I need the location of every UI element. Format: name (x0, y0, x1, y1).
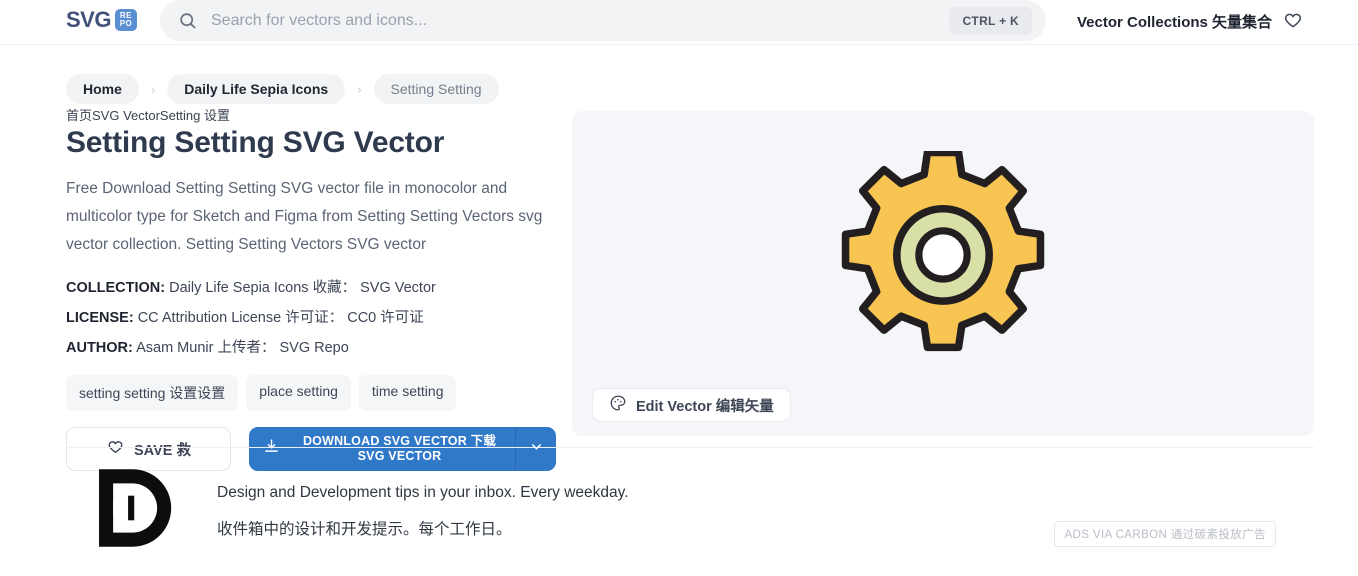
search-icon (178, 11, 197, 30)
breadcrumb-item-collection[interactable]: Daily Life Sepia Icons (167, 74, 346, 104)
metadata-row-license: LICENSE: CC Attribution License 许可证： CC0… (66, 303, 561, 333)
metadata-value-license: CC Attribution License 许可证： CC0 许可证 (137, 310, 424, 326)
breadcrumb-separator: › (357, 81, 362, 97)
search-shortcut-badge: CTRL + K (949, 6, 1032, 35)
carbon-ad-badge[interactable]: ADS VIA CARBON 通过碳素投放广告 (1054, 521, 1276, 547)
breadcrumb-item-current[interactable]: Setting Setting (373, 74, 499, 104)
breadcrumb-separator: › (150, 81, 156, 97)
breadcrumb-item-home[interactable]: Home (66, 74, 139, 104)
edit-vector-label: Edit Vector 编辑矢量 (636, 398, 774, 415)
breadcrumb: Home › Daily Life Sepia Icons › Setting … (66, 74, 499, 104)
nav-vector-collections[interactable]: Vector Collections 矢量集合 (1077, 11, 1272, 32)
carbon-ad[interactable]: Design and Development tips in your inbo… (66, 447, 1314, 559)
tag-item[interactable]: time setting (358, 375, 457, 411)
carbon-ad-line-en: Design and Development tips in your inbo… (217, 484, 629, 501)
carbon-ad-text: Design and Development tips in your inbo… (217, 474, 629, 548)
page-title: Setting Setting SVG Vector (66, 126, 445, 159)
search-input[interactable] (209, 10, 950, 31)
carbon-ad-line-zh: 收件箱中的设计和开发提示。每个工作日。 (217, 521, 512, 538)
favorites-heart-icon[interactable] (1282, 11, 1304, 36)
page-description: Free Download Setting Setting SVG vector… (66, 180, 543, 253)
metadata-list: COLLECTION: Daily Life Sepia Icons 收藏： S… (66, 273, 561, 363)
metadata-row-author: AUTHOR: Asam Munir 上传者： SVG Repo (66, 333, 561, 363)
metadata-label-author: AUTHOR: (66, 340, 133, 356)
site-logo[interactable]: SVG RE PO (66, 7, 137, 33)
search-bar[interactable]: CTRL + K (160, 0, 1046, 41)
vector-details: 首页SVG VectorSetting 设置 Setting Setting S… (66, 108, 561, 471)
tag-item[interactable]: place setting (246, 375, 351, 411)
edit-vector-button[interactable]: Edit Vector 编辑矢量 (592, 388, 791, 422)
logo-badge-icon: RE PO (114, 9, 137, 31)
metadata-row-collection: COLLECTION: Daily Life Sepia Icons 收藏： S… (66, 273, 561, 303)
logo-text: SVG (66, 7, 111, 32)
metadata-value-collection: Daily Life Sepia Icons 收藏： SVG Vector (169, 280, 436, 296)
page-subtitle: 首页SVG VectorSetting 设置 (66, 108, 231, 123)
palette-icon (609, 394, 627, 416)
logo-badge-line2: PO (119, 19, 133, 28)
gear-icon (838, 148, 1048, 366)
tag-list: setting setting 设置设置 place setting time … (66, 375, 561, 411)
metadata-label-collection: COLLECTION: (66, 280, 166, 296)
metadata-value-author: Asam Munir 上传者： SVG Repo (136, 340, 349, 356)
site-header: SVG RE PO CTRL + K Vector Collections 矢量… (0, 0, 1358, 45)
design-and-development-logo (92, 464, 180, 557)
vector-preview-panel: Edit Vector 编辑矢量 (572, 111, 1314, 436)
tag-item[interactable]: setting setting 设置设置 (66, 375, 239, 411)
metadata-label-license: LICENSE: (66, 310, 134, 326)
